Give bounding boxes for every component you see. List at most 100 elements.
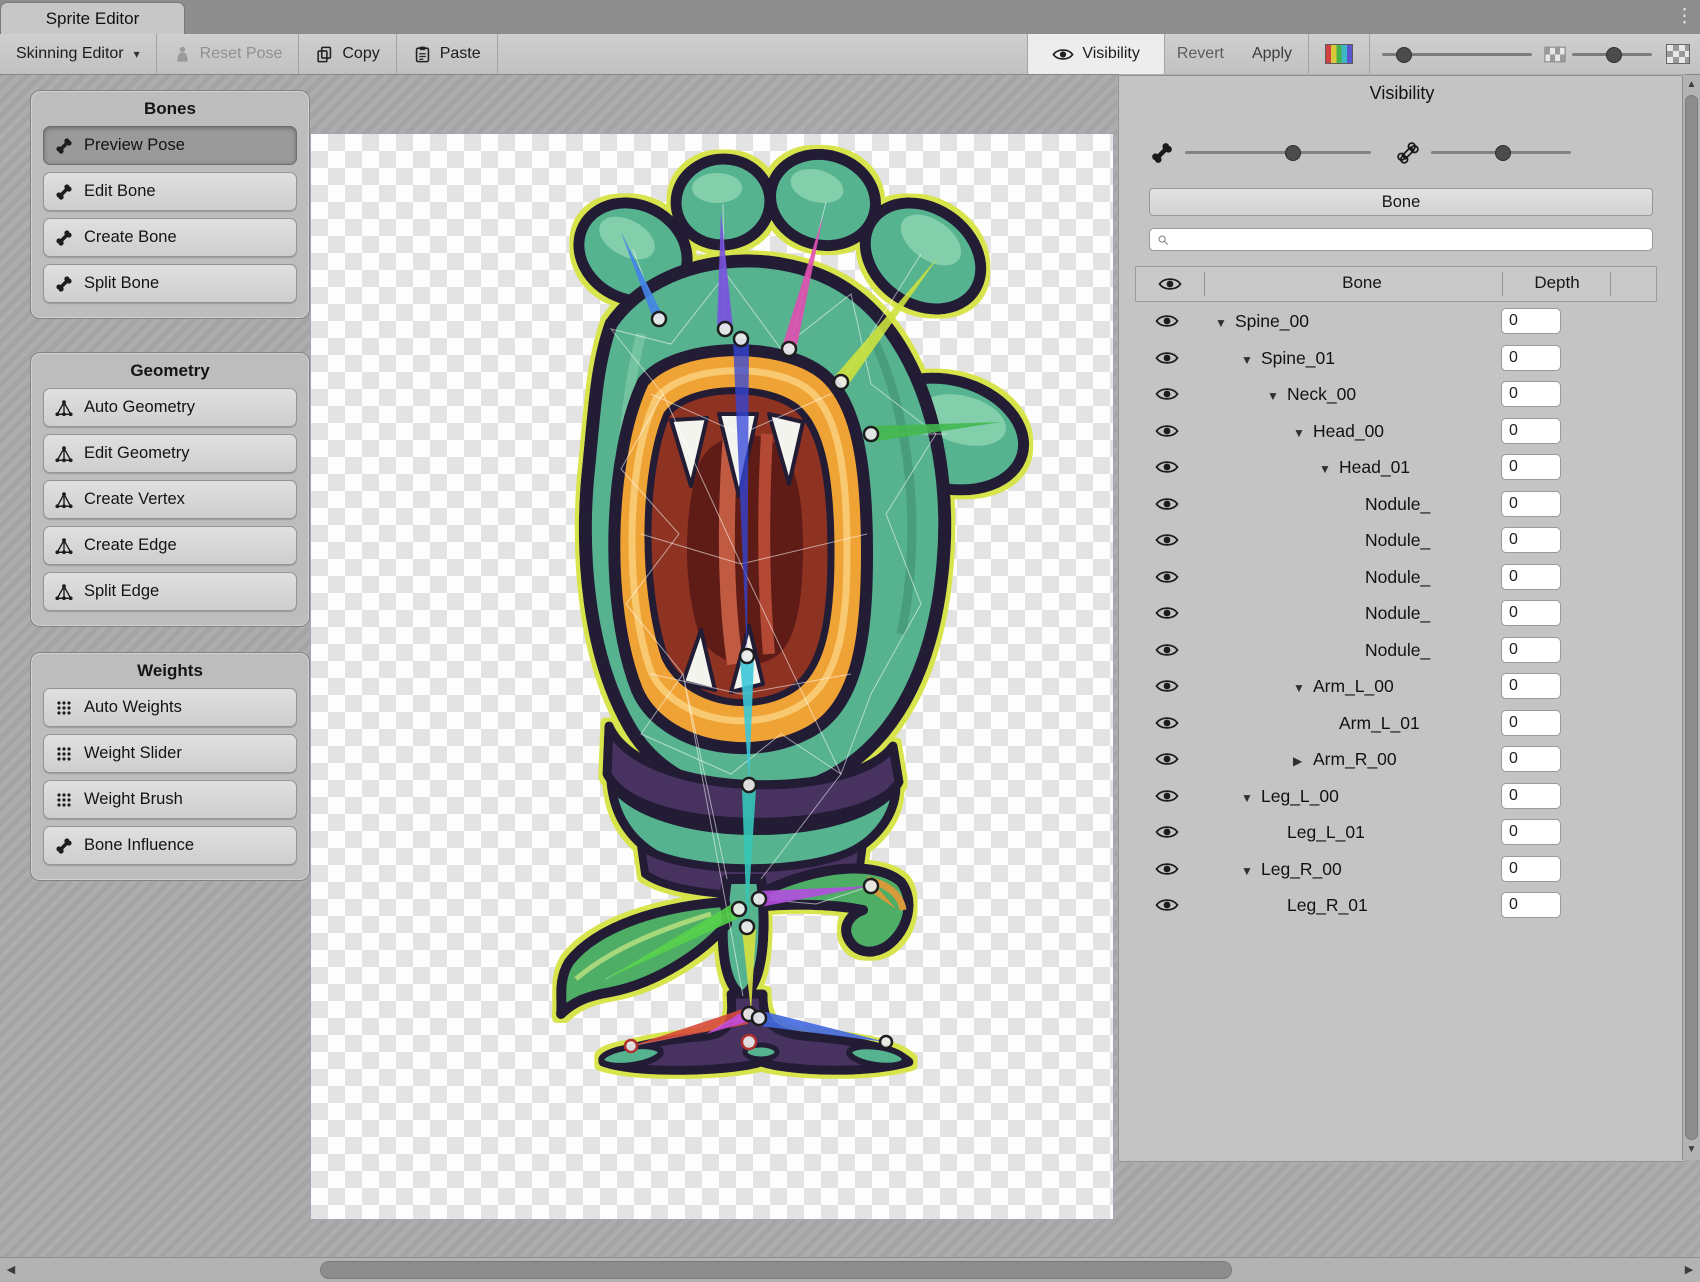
expander-icon[interactable]: ▼ <box>1215 316 1235 330</box>
expander-icon[interactable]: ▼ <box>1241 353 1261 367</box>
depth-input[interactable] <box>1501 600 1561 626</box>
bone-opacity-track[interactable] <box>1185 151 1371 154</box>
split-bone-button[interactable]: Split Bone <box>43 264 297 303</box>
scroll-up-icon[interactable]: ▲ <box>1683 77 1700 93</box>
horizontal-scroll-thumb[interactable] <box>320 1261 1232 1279</box>
edit-bone-button[interactable]: Edit Bone <box>43 172 297 211</box>
sprite-opacity-slider[interactable] <box>1566 34 1664 74</box>
depth-input[interactable] <box>1501 856 1561 882</box>
bone-influence-button[interactable]: Bone Influence <box>43 826 297 865</box>
revert-button[interactable]: Revert <box>1165 34 1236 74</box>
sprite-canvas[interactable] <box>310 133 1114 1220</box>
apply-button[interactable]: Apply <box>1236 34 1309 74</box>
depth-input[interactable] <box>1501 746 1561 772</box>
edit-geometry-button[interactable]: Edit Geometry <box>43 434 297 473</box>
row-eye-icon[interactable] <box>1155 788 1179 804</box>
row-eye-icon[interactable] <box>1155 642 1179 658</box>
depth-input[interactable] <box>1501 819 1561 845</box>
auto-weights-button[interactable]: Auto Weights <box>43 688 297 727</box>
tab-sprite-editor[interactable]: Sprite Editor <box>0 2 185 35</box>
row-eye-icon[interactable] <box>1155 861 1179 877</box>
bone-row-nodule[interactable]: Nodule_ <box>1119 523 1685 560</box>
skinning-editor-dropdown[interactable]: Skinning Editor ▾ <box>0 34 157 74</box>
depth-input[interactable] <box>1501 491 1561 517</box>
bone-row-nodule[interactable]: Nodule_ <box>1119 560 1685 597</box>
depth-input[interactable] <box>1501 783 1561 809</box>
bone-row-head-01[interactable]: ▼Head_01 <box>1119 450 1685 487</box>
weight-brush-button[interactable]: Weight Brush <box>43 780 297 819</box>
row-eye-icon[interactable] <box>1155 459 1179 475</box>
mesh-opacity-track[interactable] <box>1431 151 1571 154</box>
bone-row-spine-01[interactable]: ▼Spine_01 <box>1119 341 1685 378</box>
row-eye-icon[interactable] <box>1155 569 1179 585</box>
bone-row-leg-r-01[interactable]: Leg_R_01 <box>1119 888 1685 925</box>
bone-row-spine-00[interactable]: ▼Spine_00 <box>1119 304 1685 341</box>
depth-input[interactable] <box>1501 381 1561 407</box>
overflow-menu-icon[interactable]: ⋮ <box>1675 5 1692 28</box>
bone-row-leg-r-00[interactable]: ▼Leg_R_00 <box>1119 852 1685 889</box>
create-vertex-button[interactable]: Create Vertex <box>43 480 297 519</box>
row-eye-icon[interactable] <box>1155 824 1179 840</box>
mesh-opacity-handle[interactable] <box>1495 145 1511 161</box>
bone-row-leg-l-01[interactable]: Leg_L_01 <box>1119 815 1685 852</box>
scroll-down-icon[interactable]: ▼ <box>1683 1142 1700 1158</box>
row-eye-icon[interactable] <box>1155 897 1179 913</box>
bone-row-leg-l-00[interactable]: ▼Leg_L_00 <box>1119 779 1685 816</box>
bone-row-arm-r-00[interactable]: ▶Arm_R_00 <box>1119 742 1685 779</box>
bone-row-nodule[interactable]: Nodule_ <box>1119 633 1685 670</box>
row-eye-icon[interactable] <box>1155 350 1179 366</box>
row-eye-icon[interactable] <box>1155 386 1179 402</box>
bone-row-neck-00[interactable]: ▼Neck_00 <box>1119 377 1685 414</box>
bone-row-nodule[interactable]: Nodule_ <box>1119 596 1685 633</box>
row-eye-icon[interactable] <box>1155 423 1179 439</box>
monster-sprite[interactable] <box>311 134 1113 1219</box>
weight-slider-button[interactable]: Weight Slider <box>43 734 297 773</box>
depth-input[interactable] <box>1501 673 1561 699</box>
depth-input[interactable] <box>1501 308 1561 334</box>
depth-input[interactable] <box>1501 527 1561 553</box>
preview-pose-button[interactable]: Preview Pose <box>43 126 297 165</box>
vertical-scrollbar[interactable]: ▲ ▼ <box>1682 75 1700 1160</box>
row-eye-icon[interactable] <box>1155 496 1179 512</box>
expander-icon[interactable]: ▼ <box>1267 389 1287 403</box>
copy-button[interactable]: Copy <box>299 34 396 74</box>
visibility-toggle[interactable]: Visibility <box>1027 34 1165 74</box>
depth-input[interactable] <box>1501 564 1561 590</box>
row-eye-icon[interactable] <box>1155 313 1179 329</box>
bone-tab[interactable]: Bone <box>1149 188 1653 216</box>
bone-opacity-slider[interactable] <box>1370 34 1544 74</box>
expander-icon[interactable]: ▶ <box>1293 754 1313 768</box>
bone-row-arm-l-01[interactable]: Arm_L_01 <box>1119 706 1685 743</box>
auto-geometry-button[interactable]: Auto Geometry <box>43 388 297 427</box>
bone-row-nodule[interactable]: Nodule_ <box>1119 487 1685 524</box>
vertical-scroll-thumb[interactable] <box>1685 95 1698 1140</box>
bone-search[interactable] <box>1149 228 1653 251</box>
horizontal-scrollbar[interactable]: ◀ ▶ <box>0 1257 1700 1282</box>
expander-icon[interactable]: ▼ <box>1293 426 1313 440</box>
row-eye-icon[interactable] <box>1155 678 1179 694</box>
reset-pose-button[interactable]: Reset Pose <box>157 34 300 74</box>
depth-input[interactable] <box>1501 892 1561 918</box>
expander-icon[interactable]: ▼ <box>1241 791 1261 805</box>
depth-input[interactable] <box>1501 710 1561 736</box>
create-bone-button[interactable]: Create Bone <box>43 218 297 257</box>
scroll-right-icon[interactable]: ▶ <box>1680 1258 1698 1282</box>
depth-input[interactable] <box>1501 345 1561 371</box>
expander-icon[interactable]: ▼ <box>1241 864 1261 878</box>
bone-row-arm-l-00[interactable]: ▼Arm_L_00 <box>1119 669 1685 706</box>
slider-handle[interactable] <box>1606 47 1622 63</box>
color-swatch-button[interactable] <box>1309 34 1370 74</box>
expander-icon[interactable]: ▼ <box>1319 462 1339 476</box>
row-eye-icon[interactable] <box>1155 715 1179 731</box>
row-eye-icon[interactable] <box>1155 605 1179 621</box>
paste-button[interactable]: Paste <box>397 34 498 74</box>
bone-opacity-handle[interactable] <box>1285 145 1301 161</box>
depth-input[interactable] <box>1501 454 1561 480</box>
row-eye-icon[interactable] <box>1155 532 1179 548</box>
slider-handle[interactable] <box>1396 47 1412 63</box>
search-input[interactable] <box>1175 231 1646 249</box>
row-eye-icon[interactable] <box>1155 751 1179 767</box>
create-edge-button[interactable]: Create Edge <box>43 526 297 565</box>
expander-icon[interactable]: ▼ <box>1293 681 1313 695</box>
bone-row-head-00[interactable]: ▼Head_00 <box>1119 414 1685 451</box>
